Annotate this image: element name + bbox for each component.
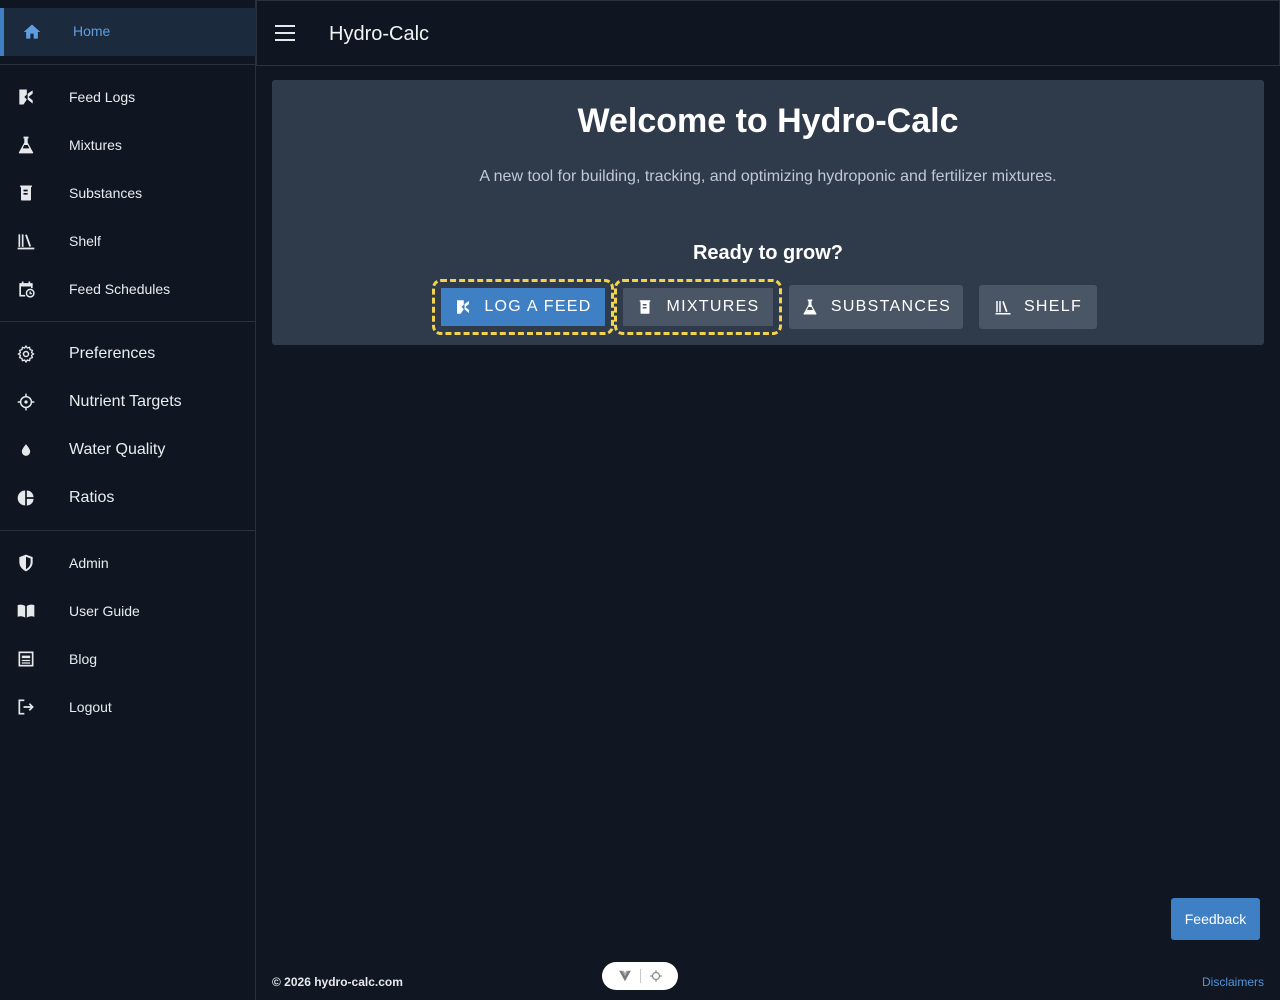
sidebar-item-feed-schedules[interactable]: Feed Schedules — [0, 265, 256, 313]
mixtures-button[interactable]: MIXTURES — [614, 279, 782, 335]
sidebar-item-label: Ratios — [69, 489, 115, 506]
sidebar-item-admin[interactable]: Admin — [0, 539, 256, 587]
sidebar-item-label: User Guide — [69, 603, 140, 619]
devtools-separator — [639, 969, 641, 983]
welcome-subtitle: A new tool for building, tracking, and o… — [479, 168, 1057, 185]
vue-logo-icon — [618, 970, 631, 982]
flask-icon — [803, 299, 817, 315]
disclaimers-link[interactable]: Disclaimers — [1202, 975, 1264, 989]
hamburger-menu-icon[interactable] — [275, 25, 295, 41]
welcome-card: Welcome to Hydro-Calc A new tool for bui… — [272, 80, 1264, 345]
devtools-toggle[interactable] — [602, 962, 678, 990]
crosshair-icon — [649, 970, 662, 982]
sidebar: Home Feed Logs Mixtures Substances Shelf… — [0, 0, 256, 1000]
shelf-icon — [16, 231, 36, 251]
shield-icon — [16, 553, 36, 573]
sidebar-item-user-guide[interactable]: User Guide — [0, 587, 256, 635]
top-app-bar: Hydro-Calc — [256, 0, 1280, 66]
water-drop-icon — [16, 440, 36, 460]
sidebar-item-label: Mixtures — [69, 137, 122, 153]
book-icon — [16, 601, 36, 621]
sidebar-item-logout[interactable]: Logout — [0, 683, 256, 731]
copyright-text: © 2026 hydro-calc.com — [272, 975, 403, 989]
app-title: Hydro-Calc — [329, 23, 430, 45]
beaker-icon — [640, 300, 651, 314]
sidebar-item-label: Blog — [69, 651, 98, 667]
sidebar-item-label: Home — [73, 23, 111, 39]
sidebar-item-label: Substances — [69, 185, 143, 201]
button-label: MIXTURES — [666, 298, 760, 315]
calendar-clock-icon — [16, 279, 36, 299]
sidebar-item-nutrient-targets[interactable]: Nutrient Targets — [0, 378, 256, 426]
sidebar-item-shelf[interactable]: Shelf — [0, 217, 256, 265]
welcome-title: Welcome to Hydro-Calc — [577, 102, 959, 140]
sidebar-item-water-quality[interactable]: Water Quality — [0, 426, 256, 474]
beaker-icon — [16, 183, 36, 203]
sidebar-item-label: Logout — [69, 699, 112, 715]
pie-chart-icon — [16, 488, 36, 508]
sidebar-item-label: Water Quality — [69, 441, 166, 458]
crosshair-icon — [16, 392, 36, 412]
sidebar-item-label: Nutrient Targets — [69, 393, 182, 410]
sidebar-divider — [0, 321, 256, 322]
button-label: SHELF — [1023, 298, 1083, 315]
sidebar-divider — [0, 64, 256, 65]
shelf-button[interactable]: SHELF — [979, 285, 1097, 329]
sidebar-item-label: Feed Schedules — [69, 281, 171, 297]
sidebar-item-home[interactable]: Home — [0, 8, 256, 56]
sidebar-item-ratios[interactable]: Ratios — [0, 474, 256, 522]
sidebar-item-label: Shelf — [69, 233, 101, 249]
sidebar-item-substances[interactable]: Substances — [0, 169, 256, 217]
sidebar-item-label: Admin — [69, 555, 109, 571]
logout-icon — [16, 697, 36, 717]
button-label: LOG A FEED — [484, 298, 592, 315]
gear-icon — [16, 344, 36, 364]
feedback-button[interactable]: Feedback — [1171, 898, 1260, 940]
sidebar-item-label: Feed Logs — [69, 89, 136, 105]
sidebar-item-feed-logs[interactable]: Feed Logs — [0, 73, 256, 121]
home-icon — [22, 22, 42, 42]
app-root: Home Feed Logs Mixtures Substances Shelf… — [0, 0, 1280, 1000]
sidebar-item-mixtures[interactable]: Mixtures — [0, 121, 256, 169]
sidebar-item-preferences[interactable]: Preferences — [0, 330, 256, 378]
sidebar-divider — [0, 530, 256, 531]
sidebar-item-blog[interactable]: Blog — [0, 635, 256, 683]
feed-log-icon — [457, 300, 470, 314]
flask-icon — [16, 135, 36, 155]
feed-log-icon — [16, 87, 36, 107]
sidebar-item-label: Preferences — [69, 345, 156, 362]
newspaper-icon — [16, 649, 36, 669]
substances-button[interactable]: SUBSTANCES — [789, 285, 963, 329]
ready-heading: Ready to grow? — [692, 242, 843, 264]
shelf-icon — [995, 301, 1011, 315]
log-a-feed-button[interactable]: LOG A FEED — [432, 279, 614, 335]
button-label: SUBSTANCES — [830, 298, 952, 315]
